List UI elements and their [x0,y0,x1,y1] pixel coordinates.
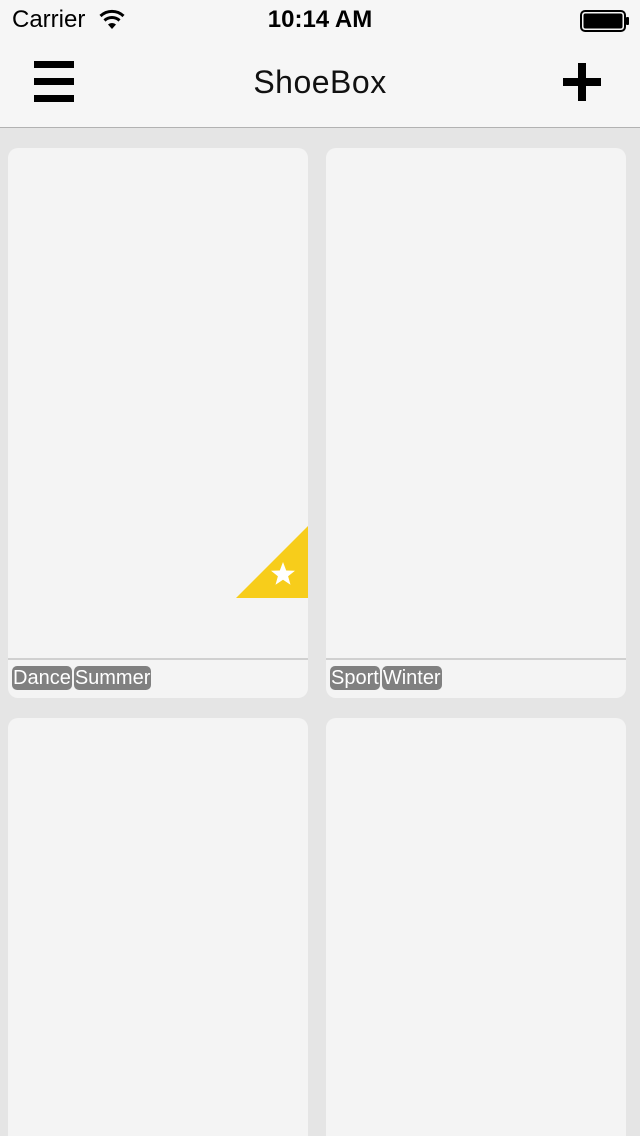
shoe-card[interactable] [8,718,308,1136]
tag-label[interactable]: Dance [12,666,72,690]
status-time: 10:14 AM [267,6,373,33]
shoe-card[interactable]: Dance Summer [8,148,308,698]
tag-list: Sport Winter [330,666,442,690]
tag-list: Dance Summer [12,666,152,690]
card-divider [8,658,308,660]
card-divider [326,658,626,660]
top-bar: Carrier 10:14 AM ShoeBox [0,0,640,128]
shoe-card[interactable]: Sport Winter [326,148,626,698]
add-button[interactable] [552,52,612,112]
tag-label[interactable]: Winter [381,666,442,690]
plus-icon [563,63,601,101]
battery-icon [580,10,629,32]
tag-label[interactable]: Summer [73,666,152,690]
shoe-card[interactable] [326,718,626,1136]
tag-label[interactable]: Sport [330,666,380,690]
navigation-bar: ShoeBox [0,40,640,128]
status-bar: Carrier 10:14 AM [0,0,640,40]
favorite-star-icon[interactable] [236,526,308,598]
nav-title: ShoeBox [253,64,387,100]
